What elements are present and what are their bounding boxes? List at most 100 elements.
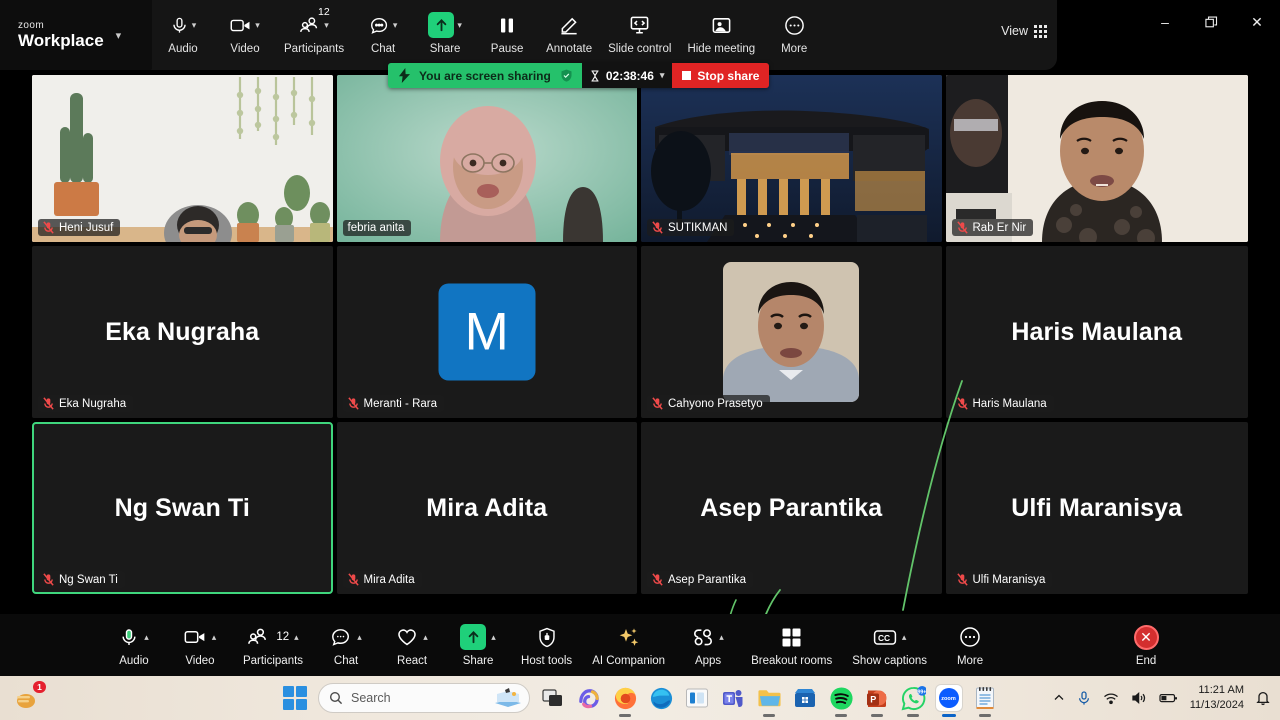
apps-chevron-icon[interactable]: ▴ <box>719 632 724 642</box>
top-audio-button[interactable]: ▾ Audio <box>152 8 214 55</box>
grid-view-icon <box>1034 24 1047 38</box>
share-timer-chevron-icon[interactable]: ▾ <box>660 71 665 80</box>
end-label: End <box>1135 655 1157 667</box>
mail-notification-icon[interactable]: 1 <box>14 681 46 711</box>
chat-chevron-icon[interactable]: ▾ <box>393 20 398 30</box>
teams-icon[interactable] <box>720 685 746 711</box>
zoom-workplace-brand[interactable]: zoom Workplace ▾ <box>0 0 152 70</box>
task-view-button[interactable] <box>540 685 566 711</box>
breakout-rooms-button[interactable]: Breakout rooms <box>741 622 842 667</box>
media-app-icon[interactable] <box>684 685 710 711</box>
share-status-text: You are screen sharing <box>419 68 551 83</box>
view-label: View <box>1001 24 1028 38</box>
sparkle-icon <box>618 627 640 648</box>
file-explorer-icon[interactable] <box>756 685 782 711</box>
view-button[interactable]: View <box>991 14 1057 48</box>
participants-chevron-icon[interactable]: ▴ <box>294 632 299 642</box>
volume-icon[interactable] <box>1131 691 1147 705</box>
tray-expand-icon[interactable] <box>1053 692 1065 704</box>
gallery-row-2: Eka Nugraha Eka Nugraha M Meranti - Rara… <box>32 246 1248 418</box>
captions-chevron-icon[interactable]: ▴ <box>902 632 907 642</box>
microphone-tray-icon[interactable] <box>1077 690 1091 706</box>
restore-button[interactable] <box>1188 0 1234 44</box>
more-button[interactable]: More <box>937 622 1003 667</box>
zoom-app-icon[interactable]: zoom <box>936 685 962 711</box>
chat-chevron-icon[interactable]: ▴ <box>357 632 362 642</box>
notepad-icon[interactable] <box>972 685 998 711</box>
powerpoint-icon[interactable]: P <box>864 685 890 711</box>
participants-button[interactable]: 12 ▴ Participants <box>233 622 313 667</box>
audio-button[interactable]: ▴ Audio <box>101 622 167 667</box>
participant-tile-ng-swan-ti[interactable]: Ng Swan Ti Ng Swan Ti <box>32 422 333 594</box>
participant-name-label: Asep Parantika <box>647 571 753 588</box>
participant-tile-cahyono-prasetyo[interactable]: Cahyono Prasetyo <box>641 246 942 418</box>
ai-companion-button[interactable]: AI Companion <box>582 622 675 667</box>
search-input[interactable]: Search <box>318 683 530 713</box>
whatsapp-icon[interactable]: 99+ <box>900 685 926 711</box>
edge-icon[interactable] <box>648 685 674 711</box>
participant-tile-heni-jusuf[interactable]: Heni Jusuf <box>32 75 333 242</box>
participant-tile-sutikman[interactable]: SUTIKMAN <box>641 75 942 242</box>
stop-share-button[interactable]: Stop share <box>672 63 770 88</box>
top-participants-button[interactable]: 12 ▾ Participants <box>276 6 352 55</box>
top-annotate-button[interactable]: Annotate <box>538 8 600 55</box>
share-chevron-icon[interactable]: ▴ <box>491 632 496 642</box>
video-button[interactable]: ▴ Video <box>167 622 233 667</box>
battery-icon[interactable] <box>1159 692 1178 704</box>
virtual-background-plants <box>32 75 333 242</box>
audio-chevron-icon[interactable]: ▴ <box>144 632 149 642</box>
react-chevron-icon[interactable]: ▴ <box>423 632 428 642</box>
top-pause-button[interactable]: Pause <box>476 8 538 55</box>
chat-button[interactable]: ▴ Chat <box>313 622 379 667</box>
wifi-icon[interactable] <box>1103 692 1119 705</box>
audio-chevron-icon[interactable]: ▾ <box>192 20 197 30</box>
share-timer-group[interactable]: 02:38:46 ▾ <box>581 63 673 88</box>
microsoft-store-icon[interactable] <box>792 685 818 711</box>
participant-tile-mira-adita[interactable]: Mira Adita Mira Adita <box>336 422 637 594</box>
search-illustration-icon <box>493 687 523 709</box>
top-share-label: Share <box>429 43 461 55</box>
participant-name-text: Ng Swan Ti <box>59 573 118 586</box>
top-meeting-toolbar: zoom Workplace ▾ ▾ Audio ▾ Video 12 ▾ Pa… <box>0 0 1057 70</box>
copilot-icon[interactable] <box>576 685 602 711</box>
avatar <box>723 262 860 402</box>
top-chat-button[interactable]: ▾ Chat <box>352 8 414 55</box>
minimize-button[interactable]: – <box>1142 0 1188 44</box>
chevron-down-icon[interactable]: ▾ <box>116 29 122 42</box>
participant-name-text: Haris Maulana <box>972 397 1047 410</box>
firefox-icon[interactable] <box>612 685 638 711</box>
spotify-icon[interactable] <box>828 685 854 711</box>
share-arrow-icon <box>428 12 455 38</box>
clock[interactable]: 11:21 AM 11/13/2024 <box>1190 683 1244 713</box>
participant-tile-rab-er-nir[interactable]: Rab Er Nir <box>945 75 1248 242</box>
show-captions-button[interactable]: CC ▴ Show captions <box>842 622 937 667</box>
apps-button[interactable]: ▴ Apps <box>675 622 741 667</box>
camera-icon <box>184 627 207 647</box>
participants-chevron-icon[interactable]: ▾ <box>324 20 329 30</box>
end-call-icon: ✕ <box>1133 624 1159 650</box>
start-button[interactable] <box>282 685 308 711</box>
participant-tile-eka-nugraha[interactable]: Eka Nugraha Eka Nugraha <box>32 246 333 418</box>
top-more-button[interactable]: More <box>763 8 825 55</box>
encryption-shield-icon[interactable] <box>560 69 573 82</box>
participant-tile-meranti-rara[interactable]: M Meranti - Rara <box>336 246 637 418</box>
participant-tile-febria-anita[interactable]: febria anita <box>336 75 637 242</box>
participant-tile-haris-maulana[interactable]: Haris Maulana Haris Maulana <box>945 246 1248 418</box>
top-share-button[interactable]: ▾ Share <box>414 8 476 55</box>
participant-tile-asep-parantika[interactable]: Asep Parantika Asep Parantika <box>641 422 942 594</box>
video-chevron-icon[interactable]: ▴ <box>212 632 217 642</box>
top-video-button[interactable]: ▾ Video <box>214 8 276 55</box>
share-button[interactable]: ▴ Share <box>445 622 511 667</box>
react-button[interactable]: ▴ React <box>379 622 445 667</box>
video-chevron-icon[interactable]: ▾ <box>255 20 260 30</box>
breakout-rooms-label: Breakout rooms <box>751 655 833 667</box>
top-hide-meeting-button[interactable]: Hide meeting <box>679 8 763 55</box>
top-slide-control-button[interactable]: Slide control <box>600 8 679 55</box>
close-button[interactable]: ✕ <box>1234 0 1280 44</box>
end-meeting-button[interactable]: ✕ End <box>1113 622 1179 667</box>
participant-display-name: Mira Adita <box>426 493 548 522</box>
share-chevron-icon[interactable]: ▾ <box>457 20 462 30</box>
notification-bell-icon[interactable] <box>1256 690 1270 706</box>
participant-tile-ulfi-maranisya[interactable]: Ulfi Maranisya Ulfi Maranisya <box>945 422 1248 594</box>
host-tools-button[interactable]: Host tools <box>511 622 582 667</box>
